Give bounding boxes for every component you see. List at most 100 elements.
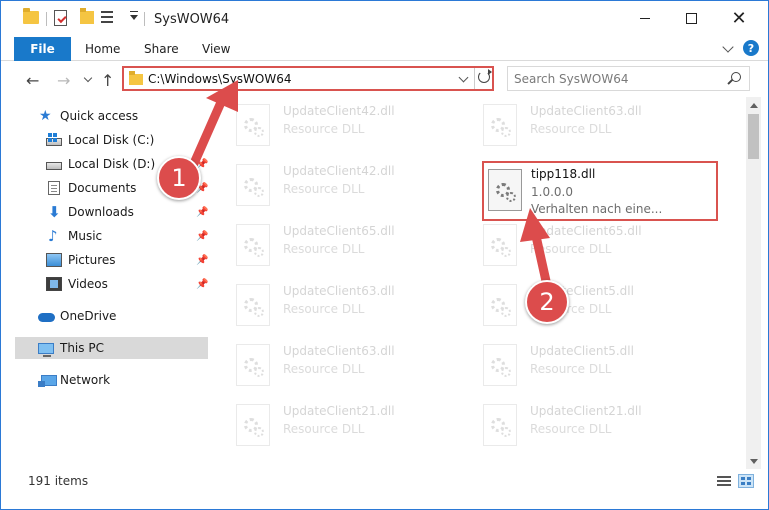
file-item[interactable]: UpdateClient63.dll Resource DLL <box>223 337 459 395</box>
sidebar-item-label: Quick access <box>60 109 139 123</box>
file-type: Resource DLL <box>530 362 612 376</box>
sidebar-item-label: Local Disk (D:) <box>68 157 156 171</box>
dll-file-icon <box>483 404 517 446</box>
file-name: UpdateClient63.dll <box>283 344 395 358</box>
navigation-bar: ← → ↑ C:\Windows\SysWOW64 <box>1 61 768 97</box>
file-name: UpdateClient21.dll <box>530 404 642 418</box>
dll-file-icon <box>483 284 517 326</box>
forward-button[interactable]: → <box>57 71 70 90</box>
pin-icon[interactable]: 📌 <box>196 207 208 218</box>
address-bar[interactable]: C:\Windows\SysWOW64 <box>122 66 494 91</box>
recent-locations-icon[interactable] <box>83 73 93 83</box>
sidebar-item-videos[interactable]: Videos 📌 <box>15 273 208 295</box>
sidebar-item-downloads[interactable]: ⬇ Downloads 📌 <box>15 201 208 223</box>
step-1-badge: 1 <box>157 156 201 200</box>
large-icons-view-icon[interactable] <box>738 474 754 488</box>
dll-file-icon <box>236 344 270 386</box>
sidebar-item-this-pc[interactable]: This PC <box>15 337 208 359</box>
help-icon[interactable]: ? <box>743 40 759 56</box>
sidebar-item-onedrive[interactable]: OneDrive <box>15 305 208 327</box>
file-item-tipp118-dll[interactable]: tipp118.dll 1.0.0.0 Verhalten nach eine.… <box>482 161 718 221</box>
up-button[interactable]: ↑ <box>101 71 114 90</box>
documents-icon <box>48 181 60 195</box>
expand-ribbon-icon[interactable] <box>722 41 734 53</box>
file-explorer-window: SysWOW64 ✕ File Home Share View ? ← → ↑ … <box>0 0 769 510</box>
pin-icon[interactable]: 📌 <box>196 255 208 266</box>
file-item[interactable]: UpdateClient42.dll Resource DLL <box>223 97 459 155</box>
properties-icon[interactable] <box>54 10 67 26</box>
tab-share[interactable]: Share <box>144 37 179 61</box>
file-item[interactable]: UpdateClient5.dll Resource DLL <box>470 277 706 335</box>
onedrive-icon <box>38 313 55 322</box>
dll-file-icon <box>236 164 270 206</box>
file-type: Resource DLL <box>283 362 365 376</box>
file-item[interactable]: UpdateClient63.dll Resource DLL <box>470 97 706 155</box>
dll-file-icon <box>236 284 270 326</box>
tab-file[interactable]: File <box>14 37 71 61</box>
toolbar-separator <box>144 12 145 26</box>
sidebar-item-label: Videos <box>68 277 108 291</box>
sidebar-item-quick-access[interactable]: ★ Quick access <box>15 105 208 127</box>
close-button[interactable]: ✕ <box>716 1 762 35</box>
file-type: Resource DLL <box>283 242 365 256</box>
maximize-button[interactable] <box>668 1 714 35</box>
search-box[interactable] <box>507 66 750 91</box>
folder-icon <box>129 71 143 85</box>
pin-icon[interactable]: 📌 <box>196 231 208 242</box>
file-name: UpdateClient65.dll <box>530 224 642 238</box>
videos-icon <box>46 277 62 291</box>
quick-access-dropdown-icon[interactable] <box>130 11 138 20</box>
address-separator <box>474 68 475 89</box>
dll-file-icon <box>483 344 517 386</box>
file-type: Resource DLL <box>530 242 612 256</box>
file-item[interactable]: UpdateClient63.dll Resource DLL <box>223 277 459 335</box>
item-count: 191 items <box>28 474 89 488</box>
scrollbar-thumb[interactable] <box>748 114 759 159</box>
network-icon <box>38 374 57 387</box>
sidebar-item-label: OneDrive <box>60 309 117 323</box>
sidebar-item-label: Downloads <box>68 205 134 219</box>
minimize-button[interactable] <box>622 1 668 35</box>
sidebar-item-label: Music <box>68 229 103 243</box>
pin-icon[interactable]: 📌 <box>196 279 208 290</box>
file-item[interactable]: UpdateClient21.dll Resource DLL <box>470 397 706 455</box>
tab-home[interactable]: Home <box>85 37 120 61</box>
file-type: Resource DLL <box>283 302 365 316</box>
file-item[interactable]: UpdateClient65.dll Resource DLL <box>223 217 459 275</box>
sidebar-item-pictures[interactable]: Pictures 📌 <box>15 249 208 271</box>
file-item[interactable]: UpdateClient5.dll Resource DLL <box>470 337 706 395</box>
details-view-icon[interactable] <box>717 476 731 487</box>
vertical-scrollbar[interactable] <box>746 97 761 469</box>
file-type: Resource DLL <box>283 182 365 196</box>
refresh-icon[interactable] <box>478 69 492 83</box>
sidebar-item-label: Documents <box>68 181 137 195</box>
search-icon[interactable] <box>731 72 741 82</box>
file-type: Resource DLL <box>283 122 365 136</box>
search-input[interactable] <box>514 70 714 87</box>
tab-view[interactable]: View <box>202 37 230 61</box>
music-icon: ♪ <box>48 227 58 245</box>
dll-file-icon <box>483 224 517 266</box>
customize-quick-access-icon[interactable] <box>101 11 119 25</box>
file-description: Verhalten nach eine... <box>531 202 663 216</box>
sidebar-item-network[interactable]: Network <box>15 369 208 391</box>
address-dropdown-icon[interactable] <box>458 72 469 83</box>
toolbar-separator <box>46 12 47 26</box>
back-button[interactable]: ← <box>26 71 39 90</box>
ribbon: File Home Share View ? <box>1 37 768 61</box>
scroll-up-icon[interactable] <box>750 103 758 108</box>
drive-icon <box>46 132 62 146</box>
sidebar-item-local-disk-c[interactable]: Local Disk (C:) <box>15 129 208 151</box>
file-item[interactable]: UpdateClient21.dll Resource DLL <box>223 397 459 455</box>
dll-file-icon <box>483 104 517 146</box>
new-folder-icon[interactable] <box>80 8 94 24</box>
pictures-icon <box>46 253 62 267</box>
address-path[interactable]: C:\Windows\SysWOW64 <box>148 72 292 86</box>
scroll-down-icon[interactable] <box>750 459 758 464</box>
file-item[interactable]: UpdateClient42.dll Resource DLL <box>223 157 459 215</box>
file-item[interactable]: UpdateClient65.dll Resource DLL <box>470 217 706 275</box>
sidebar-item-music[interactable]: ♪ Music 📌 <box>15 225 208 247</box>
file-type: Resource DLL <box>283 422 365 436</box>
file-type: Resource DLL <box>530 122 612 136</box>
window-title: SysWOW64 <box>154 12 230 27</box>
